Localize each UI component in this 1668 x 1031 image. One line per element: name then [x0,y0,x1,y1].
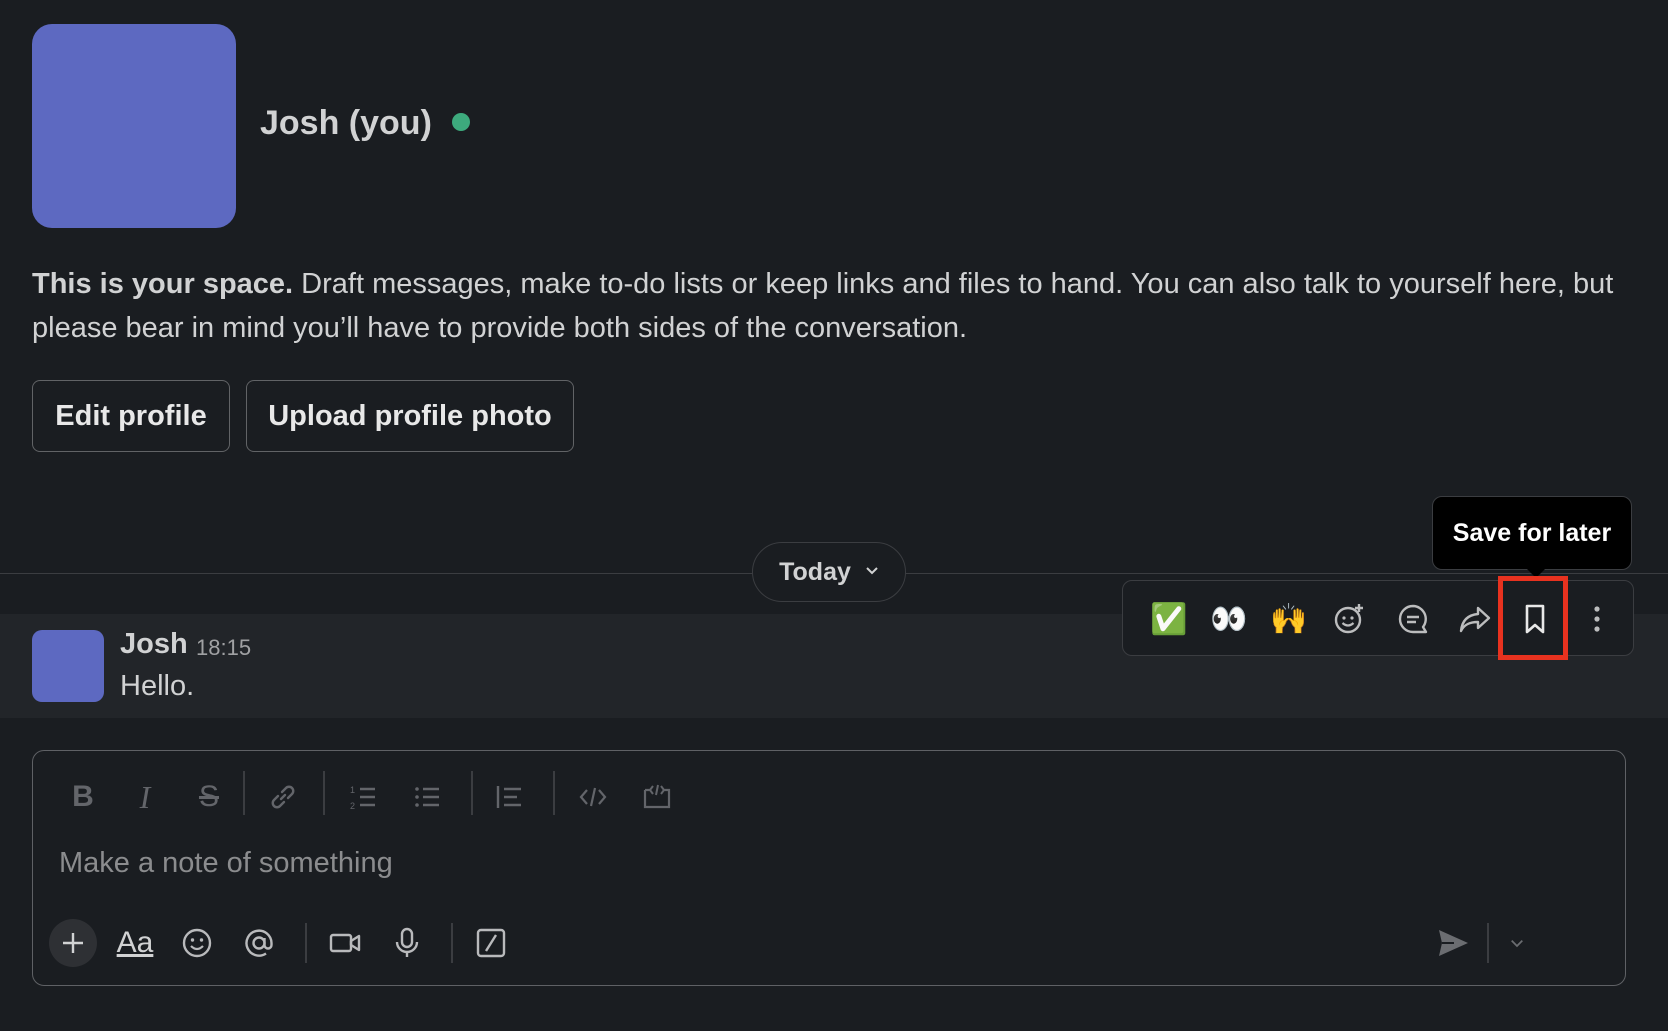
toolbar-separator [553,771,555,815]
profile-avatar[interactable] [32,24,236,228]
strikethrough-icon: S [198,780,219,813]
save-for-later-tooltip: Save for later [1432,496,1632,578]
forward-message-button[interactable] [1449,593,1501,645]
mention-button[interactable] [235,919,283,967]
italic-icon: I [139,778,151,815]
upload-profile-photo-button[interactable]: Upload profile photo [246,380,574,452]
check-mark-emoji-icon: ✅ [1150,602,1188,636]
toolbar-separator [1487,923,1489,963]
profile-name[interactable]: Josh (you) [260,104,432,143]
attach-plus-button[interactable] [49,919,97,967]
react-check-emoji-button[interactable]: ✅ [1143,593,1195,645]
eyes-emoji-icon: 👀 [1210,602,1248,636]
intro-text: This is your space. Draft messages, make… [32,262,1632,350]
send-icon [1439,930,1468,956]
toolbar-separator [323,771,325,815]
presence-active-indicator [451,112,470,131]
add-reaction-icon [1334,604,1363,634]
message-composer[interactable]: B I S 12 Make a note of something Aa [32,750,1626,986]
blockquote-icon [496,786,521,808]
message-input[interactable]: Make a note of something [59,847,393,880]
react-eyes-emoji-button[interactable]: 👀 [1203,593,1255,645]
toolbar-separator [451,923,453,963]
react-raised-hands-emoji-button[interactable]: 🙌 [1263,593,1315,645]
intro-bold: This is your space. [32,268,294,300]
message-text: Hello. [120,670,195,702]
code-button[interactable] [569,773,617,821]
reply-in-thread-icon [1398,604,1428,634]
schedule-message-button[interactable] [1497,919,1537,967]
bold-icon: B [72,780,94,813]
add-reaction-button[interactable] [1323,593,1375,645]
message-avatar[interactable] [32,630,104,702]
toolbar-separator [243,771,245,815]
emoji-button[interactable] [173,919,221,967]
raised-hands-emoji-icon: 🙌 [1270,602,1308,636]
ordered-list-button[interactable]: 12 [339,773,387,821]
video-clip-icon [329,933,361,953]
toolbar-separator [471,771,473,815]
save-for-later-highlight-box [1498,576,1568,660]
bulleted-list-button[interactable] [403,773,451,821]
shortcuts-button[interactable] [467,919,515,967]
chevron-down-icon [865,563,879,581]
date-divider-label: Today [779,557,851,586]
more-actions-icon [1594,606,1600,632]
blockquote-button[interactable] [485,773,533,821]
send-button[interactable] [1429,919,1477,967]
code-icon [579,787,607,807]
code-block-button[interactable] [633,773,681,821]
record-video-clip-button[interactable] [321,919,369,967]
italic-button[interactable]: I [121,773,169,821]
code-block-icon [643,784,671,809]
record-audio-clip-button[interactable] [383,919,431,967]
profile-name-heading: Josh (you) [260,104,470,143]
svg-text:2: 2 [350,801,355,811]
more-actions-button[interactable] [1571,593,1623,645]
plus-icon [63,933,83,953]
svg-text:1: 1 [350,785,355,795]
link-button[interactable] [259,773,307,821]
edit-profile-button[interactable]: Edit profile [32,380,230,452]
formatting-icon: Aa [116,926,154,959]
forward-message-icon [1459,606,1491,633]
toolbar-separator [305,923,307,963]
ordered-list-icon: 12 [350,785,375,811]
emoji-icon [182,928,212,958]
strikethrough-button[interactable]: S [185,773,233,821]
shortcuts-icon [476,928,506,958]
audio-clip-icon [395,927,419,957]
formatting-toggle-button[interactable]: Aa [111,919,159,967]
date-divider-button[interactable]: Today [752,542,906,602]
mention-icon [245,929,273,957]
message-author[interactable]: Josh [120,628,188,661]
dm-self-channel: Josh (you) This is your space. Draft mes… [0,0,1668,1031]
bulleted-list-icon [415,787,439,807]
schedule-chevron-icon [1511,940,1523,948]
link-icon [271,785,295,809]
bold-button[interactable]: B [59,773,107,821]
message-timestamp[interactable]: 18:15 [196,635,251,661]
reply-in-thread-button[interactable] [1387,593,1439,645]
